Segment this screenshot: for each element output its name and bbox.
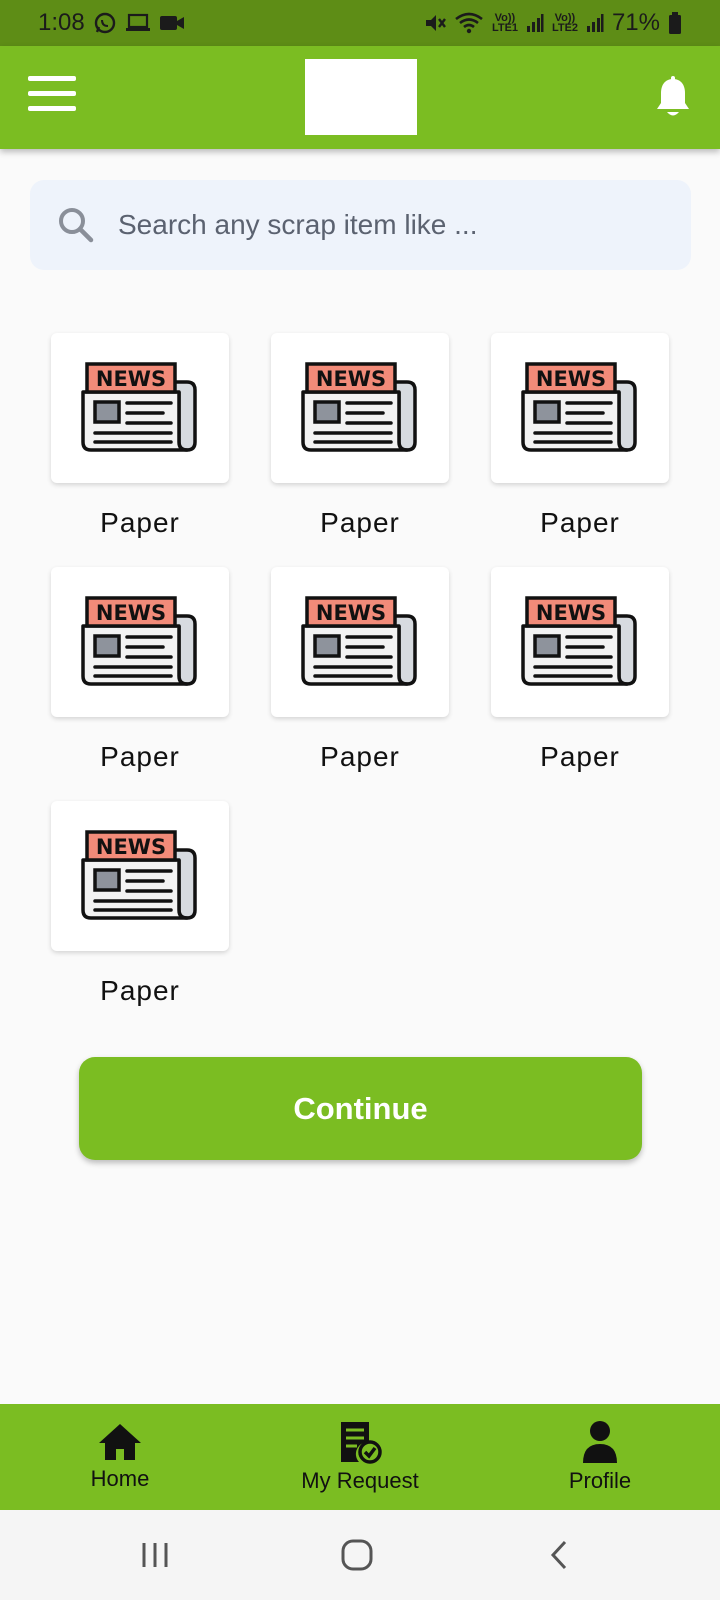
bottom-navigation: Home My Request Profile	[0, 1404, 720, 1510]
search-input[interactable]	[118, 209, 638, 241]
scrap-item-card[interactable]: NEWS	[271, 333, 449, 483]
video-camera-icon	[159, 13, 185, 33]
scrap-item-card[interactable]: NEWS	[271, 567, 449, 717]
nav-home-label: Home	[90, 1466, 150, 1491]
status-bar: 1:08 Vo)) LTE1 Vo)) LTE2 71%	[0, 0, 720, 46]
scrap-item-card[interactable]: NEWS	[491, 567, 669, 717]
status-left: 1:08	[38, 9, 185, 37]
newspaper-icon: NEWS	[81, 830, 197, 920]
scrap-item[interactable]: NEWS Paper	[491, 333, 669, 539]
scrap-item-card[interactable]: NEWS	[51, 333, 229, 483]
signal2-icon	[586, 13, 604, 33]
battery-icon	[668, 11, 682, 35]
scrap-item[interactable]: NEWS Paper	[51, 801, 229, 1007]
scrap-item-card[interactable]: NEWS	[51, 801, 229, 951]
scrap-item-card[interactable]: NEWS	[51, 567, 229, 717]
person-icon	[583, 1421, 617, 1463]
newspaper-icon: NEWS	[521, 362, 637, 452]
status-right: Vo)) LTE1 Vo)) LTE2 71%	[424, 9, 682, 37]
news-badge-text: NEWS	[96, 601, 166, 625]
scrap-item-label: Paper	[540, 507, 620, 538]
signal1-icon	[526, 13, 544, 33]
scrap-item[interactable]: NEWS Paper	[271, 567, 449, 773]
home-button-icon[interactable]	[332, 1530, 382, 1580]
news-badge-text: NEWS	[96, 367, 166, 391]
laptop-icon	[125, 12, 151, 34]
volte1-label: Vo)) LTE1	[491, 12, 519, 34]
scrap-item-label: Paper	[100, 975, 180, 1006]
newspaper-icon: NEWS	[81, 596, 197, 686]
search-box[interactable]	[30, 180, 691, 270]
scrap-category-grid: NEWS Paper NEWS Paper NEWS Paper NEWS Pa…	[51, 333, 671, 1007]
newspaper-icon: NEWS	[81, 362, 197, 452]
scrap-item-label: Paper	[320, 741, 400, 772]
bell-icon[interactable]	[654, 76, 692, 118]
scrap-item-label: Paper	[100, 507, 180, 538]
hamburger-menu-icon[interactable]	[28, 76, 76, 116]
wifi-icon	[454, 11, 484, 35]
battery-percent: 71%	[611, 9, 660, 36]
scrap-item-label: Paper	[100, 741, 180, 772]
back-icon[interactable]	[534, 1530, 584, 1580]
mute-icon	[424, 12, 446, 34]
request-list-icon	[341, 1422, 382, 1464]
scrap-item-label: Paper	[320, 507, 400, 538]
status-time: 1:08	[38, 9, 85, 36]
nav-home[interactable]: Home	[60, 1404, 180, 1510]
news-badge-text: NEWS	[316, 601, 386, 625]
system-navigation-bar	[0, 1510, 720, 1600]
newspaper-icon: NEWS	[301, 596, 417, 686]
scrap-item[interactable]: NEWS Paper	[51, 567, 229, 773]
news-badge-text: NEWS	[536, 367, 606, 391]
news-badge-text: NEWS	[316, 367, 386, 391]
recent-apps-icon[interactable]	[130, 1530, 180, 1580]
scrap-item[interactable]: NEWS Paper	[271, 333, 449, 539]
scrap-item-card[interactable]: NEWS	[491, 333, 669, 483]
newspaper-icon: NEWS	[521, 596, 637, 686]
search-icon	[56, 205, 96, 245]
continue-button[interactable]: Continue	[79, 1057, 642, 1160]
nav-my-request[interactable]: My Request	[280, 1404, 440, 1510]
whatsapp-icon	[93, 11, 117, 35]
home-icon	[99, 1424, 141, 1460]
app-bar	[0, 46, 720, 149]
nav-profile-label: Profile	[568, 1468, 632, 1493]
newspaper-icon: NEWS	[301, 362, 417, 452]
nav-profile[interactable]: Profile	[540, 1404, 660, 1510]
news-badge-text: NEWS	[536, 601, 606, 625]
scrap-item[interactable]: NEWS Paper	[51, 333, 229, 539]
app-logo	[305, 59, 417, 135]
volte2-label: Vo)) LTE2	[551, 12, 579, 34]
scrap-item-label: Paper	[540, 741, 620, 772]
news-badge-text: NEWS	[96, 835, 166, 859]
scrap-item[interactable]: NEWS Paper	[491, 567, 669, 773]
nav-request-label: My Request	[301, 1468, 419, 1493]
